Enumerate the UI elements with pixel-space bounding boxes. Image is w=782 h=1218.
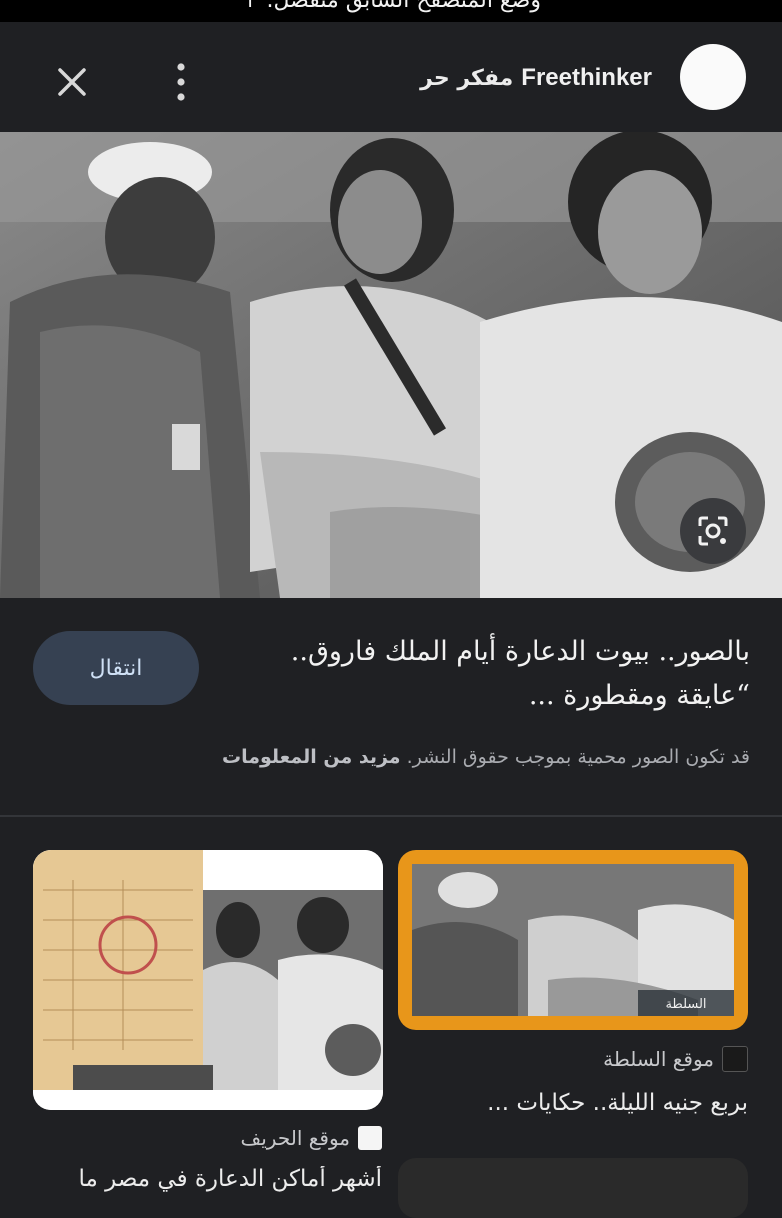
related-card-1[interactable]: السلطة — [398, 850, 748, 1030]
close-button[interactable] — [50, 60, 94, 104]
hero-image[interactable] — [0, 132, 782, 598]
copyright-text: قد تكون الصور محمية بموجب حقوق النشر. — [406, 746, 750, 768]
related-title-2[interactable]: أشهر أماكن الدعارة في مصر ما — [32, 1166, 383, 1192]
related-source-2[interactable]: موقع الحريف — [241, 1126, 382, 1150]
close-icon — [58, 68, 86, 96]
status-strip: وضع المتصفح السابق منفصل. ↑ — [0, 0, 782, 22]
more-options-button[interactable] — [166, 58, 196, 106]
site-name-english: Freethinker — [521, 64, 652, 91]
site-favicon-icon — [358, 1126, 382, 1150]
visit-button[interactable]: انتقال — [33, 631, 199, 705]
source-name: موقع الحريف — [240, 1126, 350, 1150]
lens-search-button[interactable] — [680, 498, 746, 564]
divider — [0, 815, 782, 817]
viewer-header: مفكر حر Freethinker — [0, 22, 782, 132]
site-name-arabic: مفكر حر — [420, 65, 514, 91]
related-title-1[interactable]: بربع جنيه الليلة.. حكايات ... — [487, 1090, 748, 1116]
more-info-link[interactable]: مزيد من المعلومات — [222, 746, 401, 768]
site-avatar[interactable] — [680, 44, 746, 110]
status-strip-text: وضع المتصفح السابق منفصل. ↑ — [241, 0, 541, 13]
related-source-1[interactable]: موقع السلطة — [603, 1046, 748, 1072]
image-headline[interactable]: بالصور.. بيوت الدعارة أيام الملك فاروق..… — [230, 630, 750, 718]
related-image-2 — [33, 850, 383, 1110]
watermark-text: السلطة — [665, 997, 706, 1012]
lens-icon — [698, 516, 728, 546]
source-name: موقع السلطة — [603, 1047, 714, 1071]
site-title[interactable]: مفكر حر Freethinker — [420, 58, 652, 98]
more-vert-icon — [177, 63, 185, 101]
related-image-1: السلطة — [398, 850, 748, 1030]
copyright-notice: قد تكون الصور محمية بموجب حقوق النشر. مز… — [30, 746, 750, 768]
site-favicon-icon — [722, 1046, 748, 1072]
related-card-3[interactable] — [398, 1158, 748, 1218]
related-card-2[interactable] — [33, 850, 383, 1110]
hero-photo — [0, 132, 782, 598]
visit-button-label: انتقال — [89, 655, 143, 681]
